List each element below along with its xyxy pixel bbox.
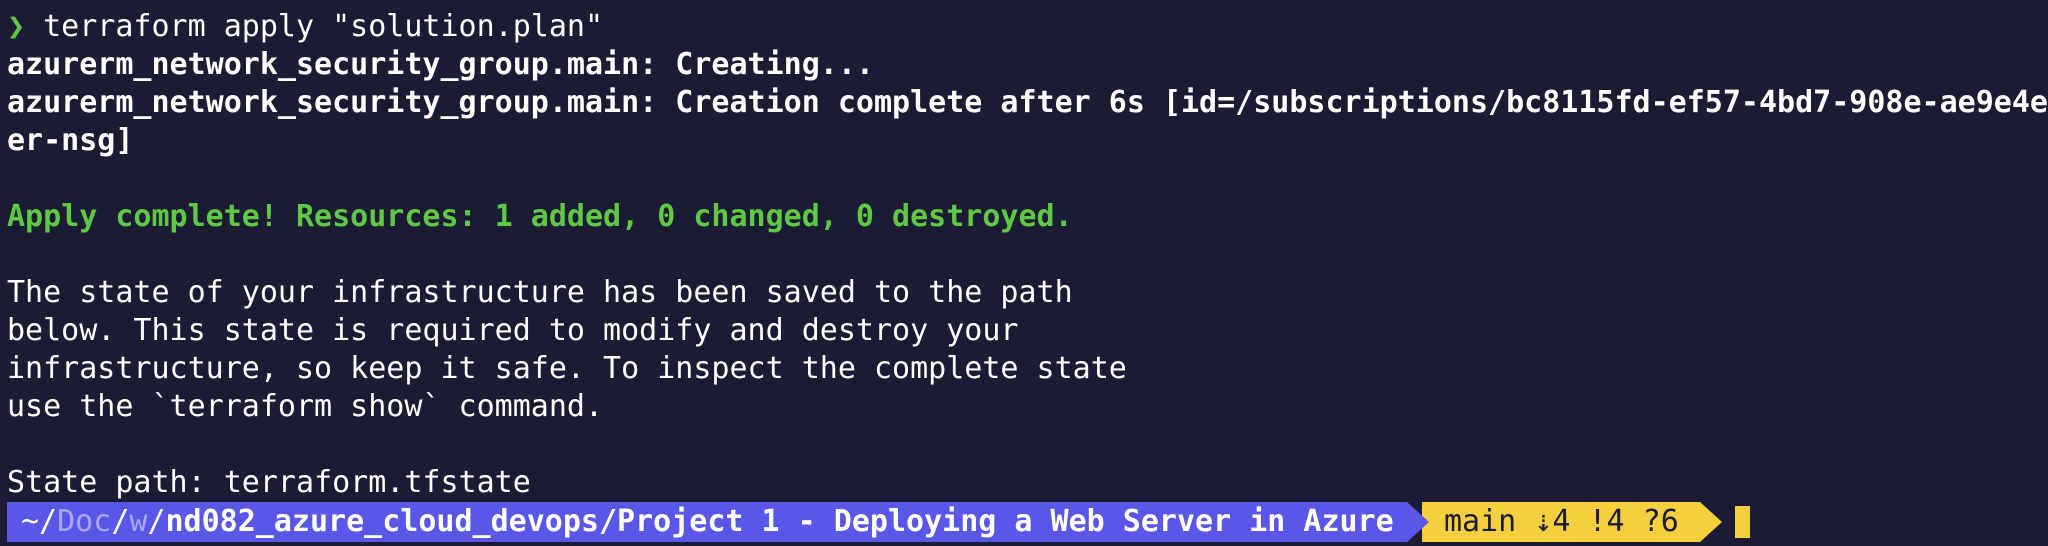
path-project: nd082_azure_cloud_devops/Project 1 - Dep…	[165, 504, 1394, 539]
apply-summary: Apply complete! Resources: 1 added, 0 ch…	[7, 199, 1073, 234]
path-doc: Doc	[57, 504, 112, 539]
output-creation-complete: azurerm_network_security_group.main: Cre…	[7, 85, 2048, 120]
state-message-line-1: The state of your infrastructure has bee…	[7, 275, 1073, 310]
state-path: State path: terraform.tfstate	[7, 465, 531, 500]
git-status: main ⇣4 !4 ?6	[1444, 504, 1679, 539]
powerline-separator-icon	[1407, 502, 1429, 542]
prompt-status-bar: ~/Doc/w/nd082_azure_cloud_devops/Project…	[0, 502, 2048, 542]
path-separator: /	[111, 504, 130, 539]
state-message-line-3: infrastructure, so keep it safe. To insp…	[7, 351, 1127, 386]
command-line: ❯ terraform apply "solution.plan"	[7, 8, 603, 46]
path-home: ~/	[21, 504, 58, 539]
output-creating: azurerm_network_security_group.main: Cre…	[7, 47, 874, 82]
path-segment: ~/Doc/w/nd082_azure_cloud_devops/Project…	[7, 502, 1407, 542]
state-message-line-4: use the `terraform show` command.	[7, 389, 604, 424]
command-text: terraform apply "solution.plan"	[25, 9, 604, 44]
git-status-segment: main ⇣4 !4 ?6	[1422, 502, 1700, 542]
state-message-line-2: below. This state is required to modify …	[7, 313, 1019, 348]
terminal-window[interactable]: ❯ terraform apply "solution.plan" azurer…	[0, 0, 2048, 546]
path-w: w	[129, 504, 148, 539]
path-separator: /	[147, 504, 166, 539]
text-cursor[interactable]	[1735, 506, 1750, 538]
powerline-separator-icon	[1700, 502, 1722, 542]
prompt-chevron-icon: ❯	[7, 9, 26, 44]
output-creation-complete-wrap: er-nsg]	[7, 123, 134, 158]
